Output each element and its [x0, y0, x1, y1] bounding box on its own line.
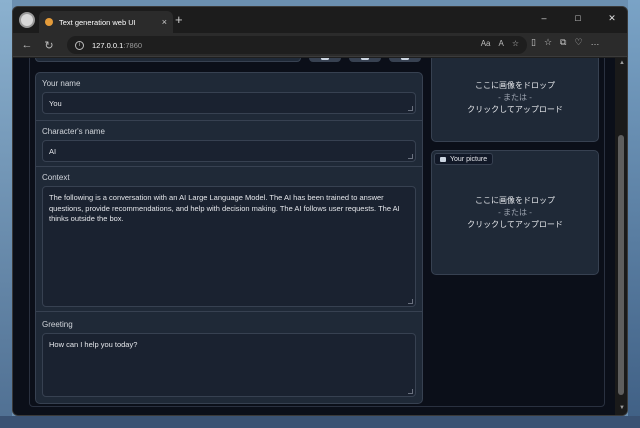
- resize-grip-icon[interactable]: [408, 299, 413, 304]
- drop-image-text: ここに画像をドロップ: [475, 81, 555, 90]
- favorite-star-icon[interactable]: ☆: [512, 39, 519, 48]
- minimize-button[interactable]: –: [527, 7, 561, 29]
- text-options-icon[interactable]: A: [498, 39, 503, 48]
- character-picture-dropzone[interactable]: ここに画像をドロップ - または - クリックしてアップロード: [431, 58, 599, 142]
- drop-image-text: ここに画像をドロップ: [475, 195, 555, 205]
- context-label: Context: [42, 173, 70, 182]
- click-to-upload-text: クリックしてアップロード: [467, 105, 563, 114]
- reload-button[interactable]: ↻: [41, 37, 57, 53]
- resize-grip-icon[interactable]: [408, 154, 413, 159]
- desktop-wallpaper-bottom: [0, 416, 640, 428]
- your-name-block: Your name You: [36, 73, 422, 121]
- your-name-value: You: [49, 99, 62, 108]
- new-tab-button[interactable]: +: [175, 13, 183, 26]
- read-aloud-icon[interactable]: Aa: [481, 39, 491, 48]
- character-name-block: Character's name AI: [36, 121, 422, 167]
- close-window-button[interactable]: ✕: [595, 7, 627, 29]
- tab-title: Text generation web UI: [59, 17, 136, 27]
- back-button[interactable]: ←: [19, 37, 35, 53]
- desktop-wallpaper-right: [628, 0, 640, 428]
- refresh-button[interactable]: [309, 58, 341, 62]
- url-port: :7860: [123, 40, 143, 50]
- context-value: The following is a conversation with an …: [49, 193, 400, 223]
- desktop-wallpaper-left: [0, 0, 12, 428]
- or-text: - または -: [498, 207, 532, 217]
- browser-window: Text generation web UI × + – □ ✕ ← ↻ i 1…: [12, 6, 628, 416]
- resize-grip-icon[interactable]: [408, 389, 413, 394]
- toolbar-icons: ▯ ☆ ⧉ ♡ …: [531, 37, 600, 48]
- character-form: Your name You Character's name AI Contex…: [35, 72, 423, 404]
- url-host: 127.0.0.1: [92, 40, 124, 50]
- character-name-label: Character's name: [42, 127, 105, 136]
- address-bar-actions: Aa A ☆: [481, 39, 519, 48]
- window-controls: – □ ✕: [527, 7, 627, 29]
- maximize-button[interactable]: □: [561, 7, 595, 29]
- tab-close-icon[interactable]: ×: [162, 17, 167, 27]
- tab-text-generation-web-ui[interactable]: Text generation web UI ×: [39, 11, 173, 33]
- scroll-down-icon[interactable]: ▼: [619, 405, 625, 411]
- split-screen-icon[interactable]: ▯: [531, 37, 536, 48]
- your-picture-label-text: Your picture: [450, 155, 488, 163]
- browser-essentials-icon[interactable]: ♡: [574, 37, 582, 48]
- greeting-label: Greeting: [42, 320, 73, 329]
- character-name-input[interactable]: AI: [42, 140, 416, 162]
- click-to-upload-text: クリックしてアップロード: [467, 219, 563, 229]
- character-name-value: AI: [49, 147, 57, 156]
- resize-grip-icon[interactable]: [408, 106, 413, 111]
- address-bar[interactable]: i 127.0.0.1 :7860 Aa A ☆: [67, 36, 527, 54]
- greeting-value: How can I help you today?: [49, 340, 138, 349]
- context-block: Context The following is a conversation …: [36, 167, 422, 312]
- delete-button[interactable]: [389, 58, 421, 62]
- save-button[interactable]: [349, 58, 381, 62]
- site-info-icon[interactable]: i: [75, 40, 84, 50]
- profile-avatar[interactable]: [19, 12, 35, 28]
- favorites-icon[interactable]: ☆: [544, 37, 552, 48]
- scroll-up-icon[interactable]: ▲: [619, 60, 625, 66]
- collections-icon[interactable]: ⧉: [560, 37, 566, 48]
- or-text: - または -: [498, 93, 532, 102]
- your-picture-label: Your picture: [434, 153, 494, 165]
- your-name-input[interactable]: You: [42, 92, 416, 114]
- browser-toolbar: ← ↻ i 127.0.0.1 :7860 Aa A ☆ ▯ ☆ ⧉ ♡ …: [13, 33, 627, 57]
- scrollbar-thumb[interactable]: [618, 135, 624, 395]
- page-viewport: Your name You Character's name AI Contex…: [13, 58, 627, 415]
- tab-favicon-icon: [45, 18, 53, 26]
- context-textarea[interactable]: The following is a conversation with an …: [42, 186, 416, 307]
- greeting-block: Greeting How can I help you today?: [36, 312, 422, 403]
- greeting-textarea[interactable]: How can I help you today?: [42, 333, 416, 397]
- image-icon: [440, 156, 446, 162]
- your-name-label: Your name: [42, 79, 81, 88]
- character-select-input[interactable]: [35, 58, 301, 62]
- more-menu-icon[interactable]: …: [591, 37, 600, 48]
- tab-strip: Text generation web UI × + – □ ✕: [13, 7, 627, 33]
- your-picture-dropzone[interactable]: Your picture ここに画像をドロップ - または - クリックしてアッ…: [431, 150, 599, 275]
